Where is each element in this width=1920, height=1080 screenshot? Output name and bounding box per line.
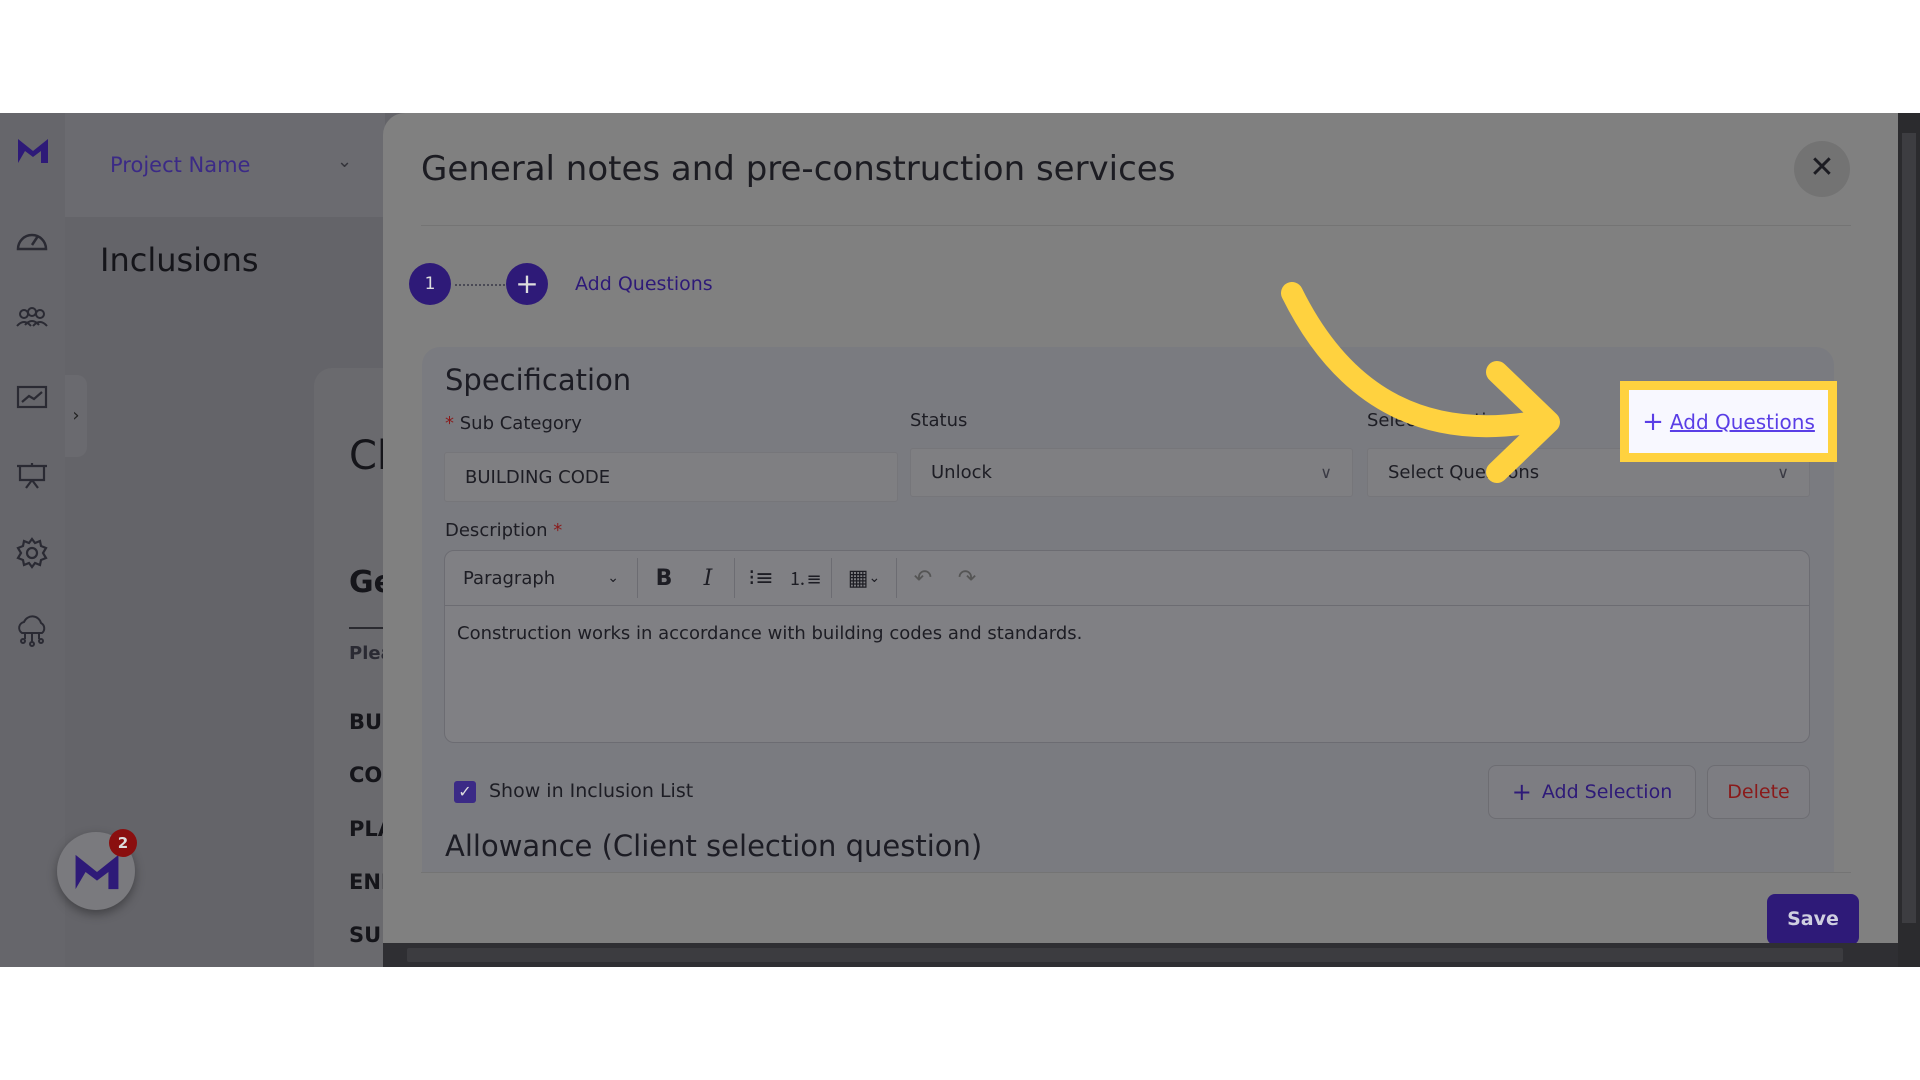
dashboard-icon[interactable] bbox=[14, 223, 50, 259]
required-marker: * bbox=[547, 520, 563, 541]
divider bbox=[637, 558, 638, 598]
close-icon: ✕ bbox=[1809, 150, 1835, 185]
show-in-list-checkbox[interactable]: ✓ bbox=[454, 781, 476, 803]
status-label: Status bbox=[910, 410, 968, 431]
show-in-list-label: Show in Inclusion List bbox=[489, 780, 694, 802]
plus-icon: + bbox=[1642, 406, 1664, 437]
add-questions-link[interactable]: + Add Questions bbox=[1620, 381, 1837, 462]
save-button[interactable]: Save bbox=[1767, 894, 1859, 945]
block-format-select[interactable]: Paragraph ⌄ bbox=[463, 560, 633, 596]
undo-icon[interactable]: ↶ bbox=[901, 560, 945, 596]
status-select[interactable]: Unlock ∨ bbox=[910, 448, 1353, 497]
app-window: Project Name ⌄ Inclusions › Cl Ge Plea B… bbox=[0, 113, 1920, 967]
allowance-heading: Allowance (Client selection question) bbox=[445, 829, 983, 863]
add-step-button[interactable]: + bbox=[506, 263, 548, 305]
sub-category-label: * Sub Category bbox=[445, 413, 582, 434]
analytics-icon[interactable] bbox=[14, 379, 50, 415]
plus-icon: + bbox=[1511, 778, 1532, 806]
delete-button[interactable]: Delete bbox=[1707, 765, 1810, 819]
scrollbar-thumb[interactable] bbox=[407, 948, 1843, 962]
select-placeholder: Select Questions bbox=[1388, 462, 1540, 483]
redo-icon[interactable]: ↷ bbox=[945, 560, 989, 596]
vertical-scrollbar[interactable] bbox=[1898, 113, 1920, 967]
select-questions-label: Select Questions bbox=[1367, 410, 1519, 431]
numbered-list-icon[interactable]: ⒈≡ bbox=[783, 560, 827, 596]
sidebar bbox=[0, 113, 65, 967]
divider bbox=[421, 225, 1851, 226]
select-value: Unlock bbox=[931, 462, 992, 483]
scrollbar-thumb[interactable] bbox=[1902, 133, 1916, 923]
presentation-icon[interactable] bbox=[14, 457, 50, 493]
input-value: BUILDING CODE bbox=[465, 466, 611, 488]
divider bbox=[831, 558, 832, 598]
chevron-down-icon: ∨ bbox=[1777, 463, 1789, 482]
sub-category-input[interactable]: BUILDING CODE bbox=[444, 452, 898, 502]
chevron-down-icon: ⌄ bbox=[607, 570, 619, 586]
team-icon[interactable] bbox=[14, 301, 50, 337]
page-title: Inclusions bbox=[100, 241, 259, 279]
project-selector[interactable]: Project Name ⌄ bbox=[65, 113, 385, 217]
add-selection-button[interactable]: + Add Selection bbox=[1488, 765, 1696, 819]
label-text: Sub Category bbox=[459, 413, 582, 434]
bold-icon[interactable]: B bbox=[642, 560, 686, 596]
description-label: Description * bbox=[445, 520, 562, 541]
chevron-down-icon: ⌄ bbox=[337, 151, 353, 172]
close-button[interactable]: ✕ bbox=[1794, 141, 1850, 197]
sidebar-expand-toggle[interactable]: › bbox=[65, 375, 87, 457]
modal-dialog: General notes and pre-construction servi… bbox=[383, 113, 1898, 967]
specification-heading: Specification bbox=[445, 363, 632, 397]
button-label: Delete bbox=[1727, 781, 1790, 803]
insert-table-icon[interactable]: ▦ ⌄ bbox=[836, 560, 892, 596]
italic-icon[interactable]: I bbox=[686, 560, 730, 596]
editor-toolbar: Paragraph ⌄ B I ⁝≡ ⒈≡ ▦ ⌄ ↶ ↷ bbox=[445, 551, 1809, 606]
notification-badge: 2 bbox=[109, 829, 137, 857]
divider bbox=[896, 558, 897, 598]
editor-content[interactable]: Construction works in accordance with bu… bbox=[457, 623, 1082, 644]
project-name: Project Name bbox=[110, 153, 251, 177]
logo-icon bbox=[75, 854, 119, 890]
list-item[interactable]: CO bbox=[349, 763, 382, 787]
add-questions-step-label[interactable]: Add Questions bbox=[575, 273, 713, 295]
block-format-value: Paragraph bbox=[463, 567, 556, 589]
link-label: Add Questions bbox=[1669, 409, 1815, 434]
rich-text-editor: Paragraph ⌄ B I ⁝≡ ⒈≡ ▦ ⌄ ↶ ↷ Construction… bbox=[444, 550, 1810, 743]
logo-icon[interactable] bbox=[17, 137, 49, 165]
cloud-network-icon[interactable] bbox=[14, 613, 50, 649]
divider bbox=[421, 872, 1851, 873]
plus-icon: + bbox=[515, 267, 539, 300]
settings-icon[interactable] bbox=[14, 535, 50, 571]
divider bbox=[734, 558, 735, 598]
chevron-down-icon: ∨ bbox=[1320, 463, 1332, 482]
modal-title: General notes and pre-construction servi… bbox=[421, 149, 1176, 189]
required-marker: * bbox=[445, 413, 460, 434]
horizontal-scrollbar[interactable] bbox=[383, 943, 1898, 967]
step-1[interactable]: 1 bbox=[409, 263, 451, 305]
button-label: Add Selection bbox=[1541, 781, 1673, 803]
label-text: Description bbox=[445, 520, 548, 541]
bulleted-list-icon[interactable]: ⁝≡ bbox=[739, 560, 783, 596]
step-connector bbox=[455, 284, 513, 286]
chevron-right-icon: › bbox=[72, 405, 80, 426]
